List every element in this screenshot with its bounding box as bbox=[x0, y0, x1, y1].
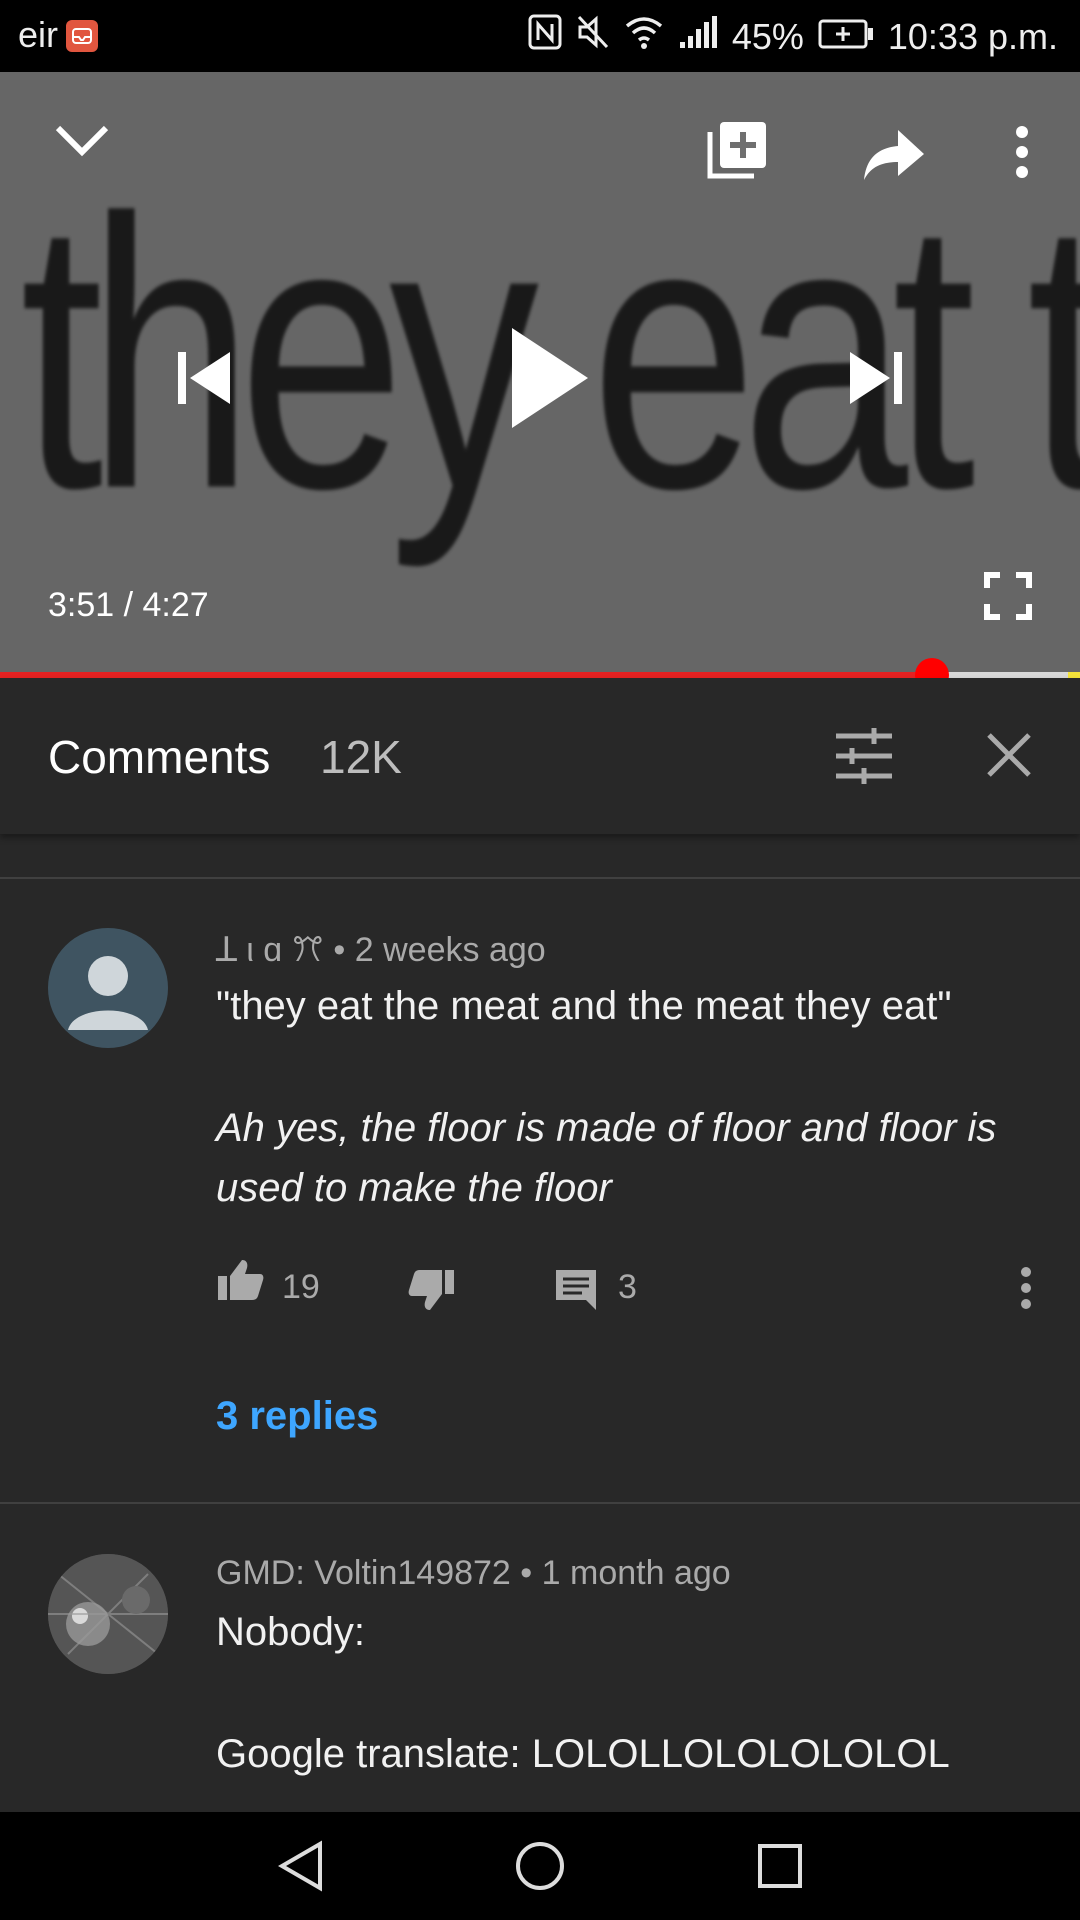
battery-percent: 45% bbox=[731, 15, 804, 57]
playlist-add-icon bbox=[707, 122, 766, 179]
status-icons: 45% 10:33 p.m. bbox=[528, 14, 1058, 59]
meta-separator: • bbox=[520, 1554, 533, 1592]
carrier-name: eir bbox=[18, 14, 59, 55]
clock: 10:33 p.m. bbox=[887, 15, 1058, 57]
reply-button[interactable] bbox=[554, 1268, 598, 1317]
chevron-down-icon bbox=[55, 125, 109, 157]
wifi-icon bbox=[624, 14, 664, 59]
dislike-button[interactable] bbox=[408, 1268, 456, 1317]
view-replies-link[interactable]: 3 replies bbox=[216, 1394, 378, 1439]
meta-separator: • bbox=[333, 931, 346, 969]
add-to-playlist-button[interactable] bbox=[706, 118, 770, 187]
play-button[interactable] bbox=[510, 326, 590, 435]
recents-button[interactable] bbox=[756, 1842, 804, 1895]
sort-comments-button[interactable] bbox=[834, 726, 894, 791]
next-button[interactable] bbox=[846, 346, 906, 415]
battery-charging-icon bbox=[818, 16, 874, 58]
thumb-down-icon bbox=[408, 1270, 454, 1310]
more-options-button[interactable] bbox=[1008, 122, 1036, 191]
like-button[interactable] bbox=[216, 1258, 264, 1307]
fullscreen-icon bbox=[984, 572, 1032, 620]
comment-divider bbox=[0, 877, 1080, 879]
comment-meta: GMD: Voltin149872 • 1 month ago bbox=[216, 1554, 731, 1593]
minimize-player-button[interactable] bbox=[50, 108, 114, 177]
skip-next-icon bbox=[850, 352, 902, 404]
comment-text-line: Ah yes, the floor is made of floor and f… bbox=[216, 1106, 997, 1150]
close-comments-button[interactable] bbox=[986, 732, 1032, 783]
recents-square-icon bbox=[758, 1844, 802, 1888]
previous-button[interactable] bbox=[174, 346, 234, 415]
avatar[interactable] bbox=[48, 928, 168, 1048]
comment-options-button[interactable] bbox=[1018, 1266, 1034, 1315]
home-button[interactable] bbox=[514, 1840, 566, 1897]
comments-title: Comments bbox=[48, 731, 271, 783]
comment-divider bbox=[0, 1502, 1080, 1504]
playback-time: 3:51 / 4:27 bbox=[48, 586, 209, 624]
notification-app-icon bbox=[66, 20, 98, 52]
like-count: 19 bbox=[282, 1268, 320, 1306]
comment-author[interactable]: ꓕ ι ɑ ꔫ bbox=[216, 931, 324, 969]
play-icon bbox=[512, 328, 588, 428]
share-button[interactable] bbox=[862, 124, 926, 189]
comment-text-line: used to make the floor bbox=[216, 1166, 612, 1210]
more-vert-icon bbox=[1021, 1267, 1031, 1309]
fullscreen-button[interactable] bbox=[984, 572, 1032, 625]
more-vert-icon bbox=[1016, 126, 1028, 178]
thumb-up-icon bbox=[218, 1260, 264, 1300]
close-icon bbox=[987, 733, 1031, 777]
home-circle-icon bbox=[516, 1842, 564, 1890]
user-photo-avatar bbox=[48, 1554, 168, 1674]
comments-count: 12K bbox=[320, 731, 402, 783]
comment-text-line: Google translate: LOLOLLOLOLOLOLOL bbox=[216, 1732, 950, 1776]
comment-text-line: Nobody: bbox=[216, 1610, 365, 1654]
comment-author[interactable]: GMD: Voltin149872 bbox=[216, 1554, 511, 1592]
default-user-icon bbox=[68, 956, 148, 1030]
comment-age: 2 weeks ago bbox=[354, 931, 546, 969]
nfc-icon bbox=[528, 14, 562, 59]
share-arrow-icon bbox=[864, 130, 924, 180]
reply-count: 3 bbox=[618, 1268, 637, 1306]
skip-previous-icon bbox=[178, 352, 230, 404]
back-button[interactable] bbox=[276, 1840, 326, 1897]
comment-icon bbox=[556, 1270, 596, 1310]
comment-text-line: "they eat the meat and the meat they eat… bbox=[216, 984, 952, 1028]
video-player[interactable]: they eat the baby 3:51 / 4:27 bbox=[0, 72, 1080, 676]
comment-age: 1 month ago bbox=[541, 1554, 731, 1592]
signal-icon bbox=[678, 14, 718, 59]
tune-icon bbox=[836, 728, 892, 784]
mute-icon bbox=[576, 14, 610, 59]
avatar[interactable] bbox=[48, 1554, 168, 1674]
comment-meta: ꓕ ι ɑ ꔫ • 2 weeks ago bbox=[216, 930, 546, 970]
back-triangle-icon bbox=[278, 1840, 322, 1892]
